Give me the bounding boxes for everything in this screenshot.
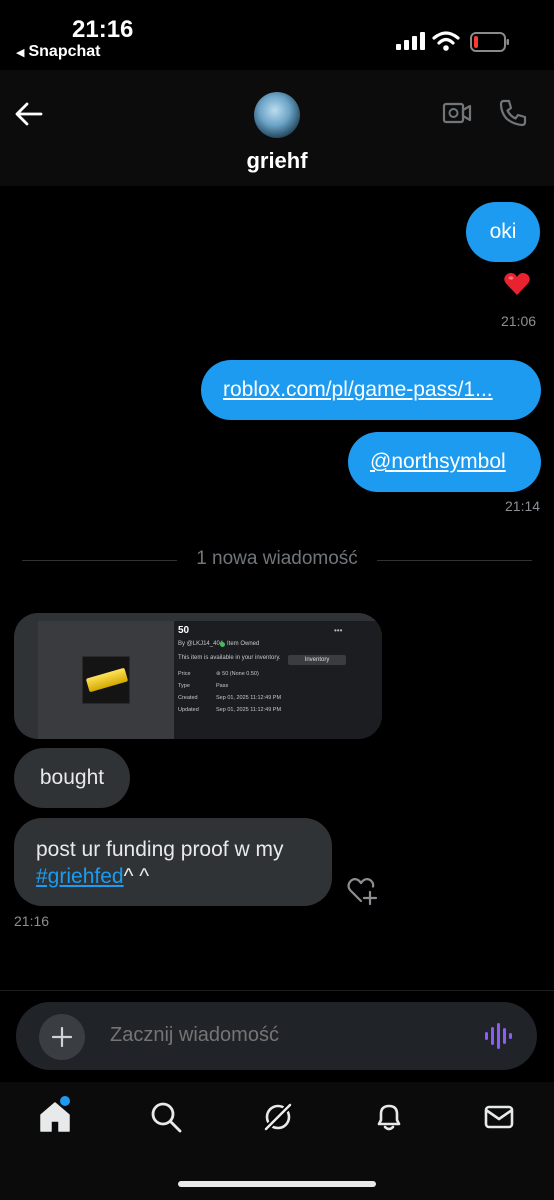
message-link[interactable]: roblox.com/pl/game-pass/1... bbox=[223, 378, 493, 401]
more-dots-icon: ••• bbox=[334, 626, 343, 635]
add-reaction-icon[interactable] bbox=[346, 876, 378, 906]
messages-envelope-icon[interactable] bbox=[482, 1100, 516, 1134]
item-availability: This item is available in your inventory… bbox=[178, 655, 281, 661]
item-row: Created Sep 01, 2025 11:12:49 PM bbox=[178, 695, 282, 701]
phone-call-icon[interactable] bbox=[498, 98, 528, 128]
status-bar: 21:16 ◀ Snapchat bbox=[0, 0, 554, 70]
notifications-bell-icon[interactable] bbox=[372, 1100, 406, 1134]
message-timestamp: 21:16 bbox=[14, 913, 50, 929]
back-app-label: Snapchat bbox=[28, 43, 101, 60]
item-thumbnail bbox=[38, 621, 174, 739]
voice-message-icon[interactable] bbox=[484, 1022, 512, 1050]
video-call-icon[interactable] bbox=[442, 100, 472, 126]
mention-message-bubble[interactable]: @northsymbol bbox=[348, 432, 541, 492]
new-messages-label: 1 nowa wiadomość bbox=[196, 548, 358, 569]
home-indicator[interactable] bbox=[178, 1181, 376, 1187]
contact-name[interactable]: griehf bbox=[0, 148, 554, 174]
message-text: ^ ^ bbox=[123, 865, 150, 888]
message-input[interactable] bbox=[110, 1024, 450, 1047]
item-owned-badge: Item Owned bbox=[220, 641, 259, 647]
inventory-button: Inventory bbox=[288, 655, 346, 665]
back-triangle-icon: ◀ bbox=[16, 46, 25, 59]
message-bubble-outgoing[interactable]: oki bbox=[466, 202, 540, 262]
heart-reaction-icon[interactable] bbox=[503, 270, 531, 298]
mention-link[interactable]: @northsymbol bbox=[370, 450, 506, 473]
grok-icon[interactable] bbox=[261, 1100, 295, 1134]
message-timestamp: 21:06 bbox=[501, 313, 537, 329]
screenshot-image: 50 ••• By @LKJ14_404 Item Owned This ite… bbox=[38, 621, 382, 739]
notification-dot bbox=[60, 1096, 70, 1106]
message-bubble-incoming[interactable]: post ur funding proof w my #griehfed^ ^ bbox=[14, 818, 332, 906]
status-time: 21:16 bbox=[72, 16, 134, 43]
back-to-app-link[interactable]: ◀ Snapchat bbox=[16, 43, 100, 61]
link-message-bubble[interactable]: roblox.com/pl/game-pass/1... bbox=[201, 360, 541, 420]
item-details: 50 ••• By @LKJ14_404 Item Owned This ite… bbox=[178, 625, 378, 737]
plus-icon bbox=[52, 1027, 72, 1047]
battery-low-icon bbox=[470, 32, 509, 52]
gold-pass-image bbox=[82, 656, 130, 704]
wifi-icon bbox=[432, 31, 460, 51]
search-icon[interactable] bbox=[149, 1100, 183, 1134]
item-title: 50 bbox=[178, 625, 190, 636]
item-creator: By @LKJ14_404 bbox=[178, 641, 224, 647]
item-row: Updated Sep 01, 2025 11:12:49 PM bbox=[178, 707, 282, 713]
new-messages-divider: 1 nowa wiadomość bbox=[22, 548, 532, 572]
message-text: post ur funding proof w my bbox=[36, 838, 284, 861]
conversation-header: griehf bbox=[0, 70, 554, 186]
add-attachment-button[interactable] bbox=[39, 1014, 85, 1060]
cellular-signal-icon bbox=[396, 32, 425, 50]
image-attachment[interactable]: 50 ••• By @LKJ14_404 Item Owned This ite… bbox=[14, 613, 382, 739]
composer-separator bbox=[0, 990, 554, 991]
item-row: Price ⊛ 50 (None 0.50) bbox=[178, 671, 259, 677]
hashtag-link[interactable]: #griehfed bbox=[36, 865, 124, 888]
message-bubble-incoming[interactable]: bought bbox=[14, 748, 130, 808]
contact-avatar[interactable] bbox=[254, 92, 300, 138]
divider-line bbox=[377, 560, 532, 561]
message-timestamp: 21:14 bbox=[505, 498, 541, 514]
item-row: Type Pass bbox=[178, 683, 229, 689]
back-arrow-icon[interactable] bbox=[14, 100, 44, 128]
message-composer bbox=[16, 1002, 537, 1070]
